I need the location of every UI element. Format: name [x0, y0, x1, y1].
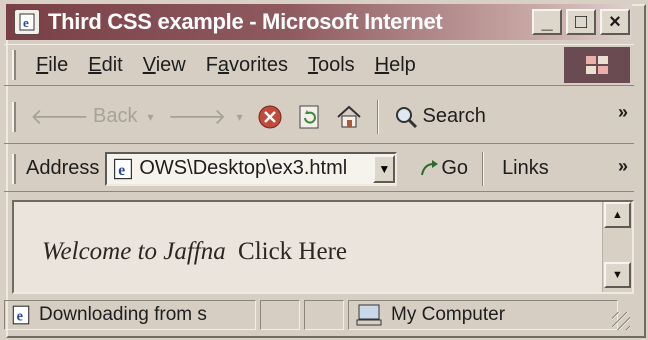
- refresh-icon: [299, 105, 319, 128]
- back-label: Back: [93, 105, 138, 127]
- back-dropdown-icon[interactable]: ▾: [147, 110, 153, 124]
- menu-edit-mnemonic: E: [88, 53, 102, 76]
- links-button[interactable]: Links: [502, 157, 549, 180]
- menu-view-mnemonic: V: [142, 53, 156, 76]
- ie-page-icon: e: [14, 9, 40, 35]
- menu-favorites-mnemonic: a: [217, 53, 230, 76]
- address-dropdown-button[interactable]: ▼: [373, 154, 396, 183]
- forward-dropdown-icon[interactable]: ▾: [237, 110, 243, 124]
- status-progress-panel: [260, 300, 300, 330]
- menu-favorites-prefix: F: [205, 53, 218, 76]
- refresh-button[interactable]: [297, 104, 321, 130]
- welcome-text: Welcome to Jaffna: [42, 238, 226, 265]
- page-text: Welcome to Jaffna Click Here: [42, 238, 347, 266]
- standard-toolbar: 🡐 Back ▾ 🡒 ▾ Search »: [4, 90, 634, 144]
- toolbar-separator: [376, 99, 379, 134]
- status-bar: e Downloading from s My Computer: [4, 298, 634, 332]
- computer-icon: [356, 304, 382, 326]
- resize-grip[interactable]: [612, 312, 630, 330]
- menu-edit[interactable]: Edit: [88, 54, 122, 77]
- forward-arrow-icon: 🡒: [167, 103, 227, 129]
- title-bar[interactable]: e Third CSS example - Microsoft Internet…: [6, 4, 632, 40]
- menu-help[interactable]: Help: [375, 54, 416, 77]
- menu-view-rest: iew: [155, 53, 186, 76]
- window-title: Third CSS example - Microsoft Internet: [48, 9, 443, 34]
- go-button[interactable]: Go: [419, 157, 468, 180]
- menu-file-mnemonic: F: [36, 53, 49, 76]
- toolbar-overflow-chevron[interactable]: »: [618, 102, 628, 123]
- address-value[interactable]: OWS\Desktop\ex3.html: [139, 157, 373, 180]
- close-button[interactable]: ×: [600, 9, 630, 35]
- toolbar-grip[interactable]: [12, 50, 16, 80]
- svg-text:e: e: [23, 15, 29, 30]
- vertical-scrollbar[interactable]: ▲ ▼: [602, 202, 632, 292]
- menu-help-mnemonic: H: [374, 53, 390, 76]
- status-secure-panel: [304, 300, 344, 330]
- page-content: Welcome to Jaffna Click Here ▲ ▼: [12, 200, 634, 294]
- links-overflow-chevron[interactable]: »: [618, 156, 628, 177]
- scroll-down-button[interactable]: ▼: [604, 262, 631, 288]
- go-arrow-icon: [421, 159, 439, 175]
- forward-button[interactable]: 🡒 ▾: [168, 104, 243, 130]
- windows-logo-icon: [564, 47, 630, 83]
- toolbar-grip[interactable]: [12, 101, 16, 132]
- back-button[interactable]: 🡐 Back ▾: [30, 104, 154, 130]
- address-input[interactable]: e OWS\Desktop\ex3.html ▼: [105, 151, 398, 186]
- scroll-up-button[interactable]: ▲: [604, 202, 631, 228]
- go-label: Go: [441, 157, 469, 179]
- menu-help-rest: elp: [389, 53, 416, 76]
- status-zone-panel: My Computer: [348, 300, 618, 330]
- stop-icon: [258, 105, 282, 128]
- search-icon: [395, 106, 417, 128]
- address-label: Address: [26, 157, 100, 179]
- menu-file-rest: ile: [48, 53, 69, 76]
- search-button[interactable]: Search: [393, 104, 486, 130]
- chevron-down-icon: ▼: [612, 269, 623, 281]
- home-icon: [336, 105, 361, 127]
- svg-text:e: e: [119, 162, 126, 179]
- menu-tools[interactable]: Tools: [308, 54, 355, 77]
- chevron-up-icon: ▲: [612, 209, 623, 221]
- menu-bar: File Edit View Favorites Tools Help: [4, 44, 634, 86]
- zone-label: My Computer: [391, 304, 506, 325]
- menu-edit-rest: dit: [101, 53, 123, 76]
- back-arrow-icon: 🡐: [30, 103, 89, 129]
- chevron-down-icon: ▼: [378, 161, 391, 176]
- menu-tools-rest: ools: [317, 53, 355, 76]
- menu-view[interactable]: View: [143, 54, 186, 77]
- menu-tools-mnemonic: T: [307, 53, 318, 76]
- toolbar-grip[interactable]: [12, 153, 16, 184]
- menu-file[interactable]: File: [36, 54, 68, 77]
- minimize-button[interactable]: _: [532, 9, 562, 35]
- status-message: Downloading from s: [39, 304, 207, 325]
- stop-button[interactable]: [257, 104, 283, 130]
- address-bar: Address e OWS\Desktop\ex3.html ▼ Go Link…: [4, 146, 634, 192]
- menu-favorites[interactable]: Favorites: [206, 54, 288, 77]
- page-icon: e: [12, 305, 30, 325]
- menu-favorites-rest: vorites: [229, 53, 288, 76]
- search-label: Search: [422, 105, 486, 127]
- svg-text:e: e: [17, 309, 23, 325]
- click-here-link[interactable]: Click Here: [238, 238, 347, 265]
- toolbar-separator: [482, 151, 485, 186]
- maximize-button[interactable]: □: [566, 9, 596, 35]
- status-message-panel: e Downloading from s: [4, 300, 256, 330]
- page-icon: e: [114, 158, 133, 179]
- home-button[interactable]: [335, 104, 363, 130]
